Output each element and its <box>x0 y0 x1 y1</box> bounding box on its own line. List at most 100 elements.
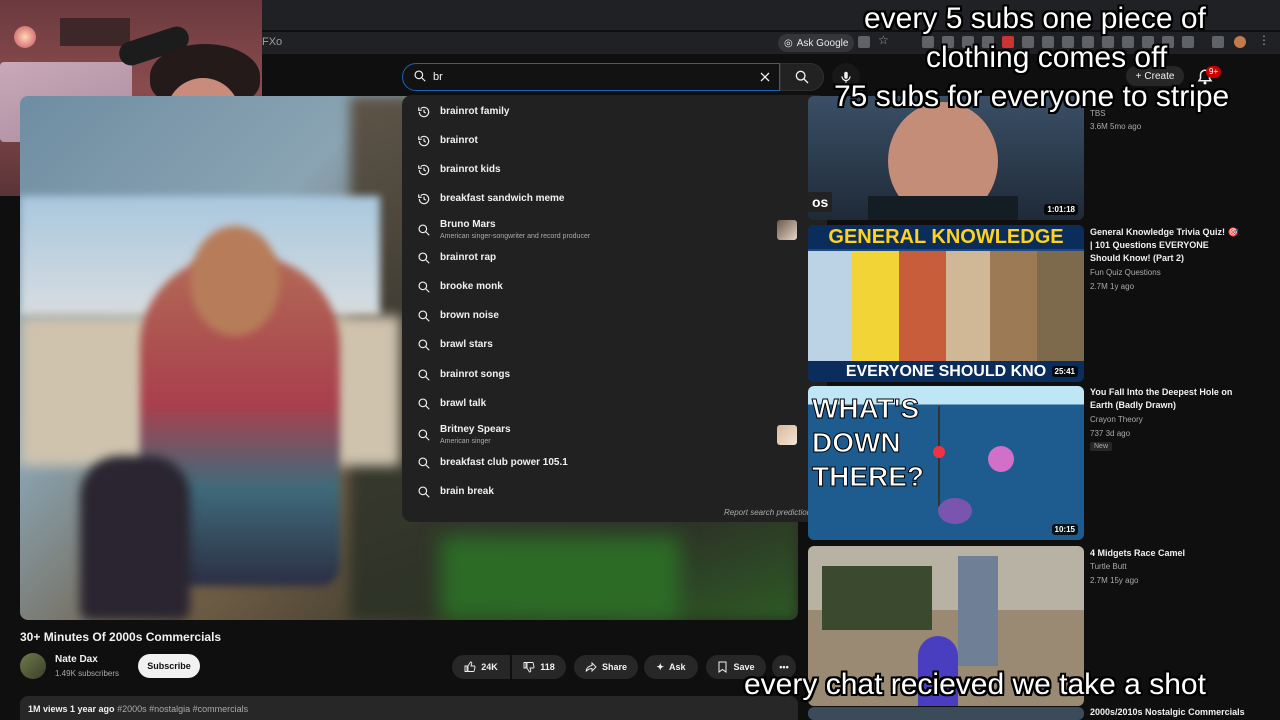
share-label: Share <box>601 662 627 672</box>
subscribe-button[interactable]: Subscribe <box>138 654 200 678</box>
search-suggestion[interactable]: Bruno Mars American singer-songwriter and… <box>402 216 827 244</box>
profile-avatar-icon[interactable] <box>1234 36 1246 48</box>
suggestion-label: brainrot rap <box>440 252 497 263</box>
share-button[interactable]: Share <box>574 655 638 679</box>
search-icon <box>413 69 427 88</box>
suggestion-label: Bruno Mars <box>440 219 496 230</box>
related-stats: 2.7M 15y ago <box>1090 576 1139 585</box>
thumbs-down-icon <box>523 662 535 673</box>
suggestion-label: brawl talk <box>440 398 487 409</box>
history-icon <box>417 192 431 206</box>
video-duration: 10:15 <box>1051 524 1078 535</box>
search-suggestion[interactable]: Britney Spears American singer <box>402 421 827 449</box>
thumbs-up-icon <box>464 661 476 672</box>
search-input[interactable] <box>433 68 733 86</box>
suggestion-label: brain break <box>440 486 494 497</box>
ask-button[interactable]: ✦ Ask <box>644 655 698 679</box>
related-title[interactable]: You Fall Into the Deepest Hole on Earth … <box>1090 386 1240 412</box>
search-button[interactable] <box>780 63 824 91</box>
related-thumbnail[interactable]: GENERAL KNOWLEDGE EVERYONE SHOULD KNO 25… <box>808 225 1084 382</box>
stream-overlay-text: every chat recieved we take a shot <box>744 668 1206 701</box>
search-icon <box>795 70 809 84</box>
search-icon <box>417 456 431 470</box>
search-icon <box>417 485 431 499</box>
search-icon <box>417 223 431 237</box>
video-meta: 1M views 1 year ago #2000s #nostalgia #c… <box>28 704 248 714</box>
stream-overlay-text: 75 subs for everyone to stripe <box>834 80 1230 113</box>
channel-avatar[interactable] <box>20 653 46 679</box>
dislike-button[interactable]: 118 <box>512 655 566 679</box>
browser-menu-icon[interactable]: ⋮ <box>1258 33 1270 47</box>
related-stats: 2.7M 1y ago <box>1090 282 1135 291</box>
ask-google-button[interactable]: ◎ Ask Google <box>778 34 855 52</box>
search-suggestion[interactable]: breakfast sandwich meme <box>402 185 827 213</box>
search-icon <box>417 280 431 294</box>
search-icon <box>417 309 431 323</box>
search-suggestion[interactable]: brown noise <box>402 302 827 330</box>
notification-count-badge: 9+ <box>1206 66 1222 78</box>
stream-overlay-text: clothing comes off <box>926 41 1168 74</box>
search-suggestion[interactable]: brainrot songs <box>402 361 827 389</box>
share-icon <box>585 661 597 673</box>
related-title[interactable]: 2000s/2010s Nostalgic Commercials <box>1090 706 1280 719</box>
install-icon[interactable] <box>858 36 870 48</box>
search-icon <box>417 428 431 442</box>
suggestion-label: brainrot <box>440 135 478 146</box>
views-and-date: 1M views 1 year ago <box>28 704 115 714</box>
search-suggestion[interactable]: brawl stars <box>402 331 827 359</box>
related-channel[interactable]: Fun Quiz Questions <box>1090 268 1161 277</box>
related-thumbnail[interactable]: os 1:01:18 <box>808 96 1084 220</box>
video-title: 30+ Minutes Of 2000s Commercials <box>20 630 222 644</box>
search-suggestion[interactable]: brooke monk <box>402 273 827 301</box>
search-suggestion[interactable]: brawl talk <box>402 390 827 418</box>
like-count: 24K <box>481 662 498 672</box>
search-suggestion[interactable]: brainrot rap <box>402 244 827 272</box>
thumbnail-text-bottom: EVERYONE SHOULD KNO <box>808 361 1084 382</box>
suggestion-label: brooke monk <box>440 281 503 292</box>
report-search-predictions-link[interactable]: Report search predictions <box>724 508 815 517</box>
search-icon <box>417 251 431 265</box>
search-suggestion[interactable]: brainrot kids <box>402 156 827 184</box>
close-icon <box>760 72 770 82</box>
suggestion-label: Britney Spears <box>440 424 511 435</box>
suggestion-subtitle: American singer <box>440 438 491 445</box>
subscriber-count: 1.49K subscribers <box>55 669 120 678</box>
suggestion-label: brainrot songs <box>440 369 511 380</box>
related-title[interactable]: General Knowledge Trivia Quiz! 🎯 | 101 Q… <box>1090 226 1240 265</box>
history-icon <box>417 134 431 148</box>
related-title[interactable]: 4 Midgets Race Camel <box>1090 547 1240 560</box>
search-suggestions-dropdown: brainrot family brainrot brainrot kids brea… <box>402 95 827 522</box>
suggestion-subtitle: American singer-songwriter and record pr… <box>440 233 591 240</box>
ask-google-label: Ask Google <box>796 37 849 49</box>
search-suggestion[interactable]: breakfast club power 105.1 <box>402 449 827 477</box>
new-badge: New <box>1090 442 1113 451</box>
bookmark-icon <box>718 661 727 673</box>
search-suggestion[interactable]: brainrot family <box>402 98 827 126</box>
url-fragment: FXo <box>262 36 283 48</box>
related-channel[interactable]: Crayon Theory <box>1090 415 1143 424</box>
channel-name[interactable]: Nate Dax <box>55 654 98 665</box>
search-icon <box>417 338 431 352</box>
history-icon <box>417 163 431 177</box>
downloads-icon[interactable] <box>1212 36 1224 48</box>
search-box[interactable] <box>402 63 780 91</box>
search-icon <box>417 368 431 382</box>
suggestion-label: brainrot kids <box>440 164 501 175</box>
related-stats: 737 3d ago <box>1090 429 1131 438</box>
video-duration: 1:01:18 <box>1044 204 1078 215</box>
suggestion-label: breakfast sandwich meme <box>440 193 565 204</box>
stream-overlay-text: every 5 subs one piece of <box>864 2 1206 35</box>
clear-search-button[interactable] <box>755 67 775 87</box>
video-tags[interactable]: #2000s #nostalgia #commercials <box>117 704 248 714</box>
dislike-count: 118 <box>540 662 555 672</box>
search-suggestion[interactable]: brain break <box>402 478 827 506</box>
channel-watermark: os <box>808 192 833 212</box>
related-thumbnail[interactable] <box>808 707 1084 720</box>
like-button[interactable]: 24K <box>452 655 510 679</box>
history-icon <box>417 105 431 119</box>
search-suggestion[interactable]: brainrot <box>402 127 827 155</box>
related-thumbnail[interactable]: WHAT'S DOWN THERE? 10:15 <box>808 386 1084 540</box>
sparkle-icon: ✦ <box>656 661 665 672</box>
related-channel[interactable]: Turtle Butt <box>1090 562 1127 571</box>
extension-icon[interactable] <box>1182 36 1194 48</box>
